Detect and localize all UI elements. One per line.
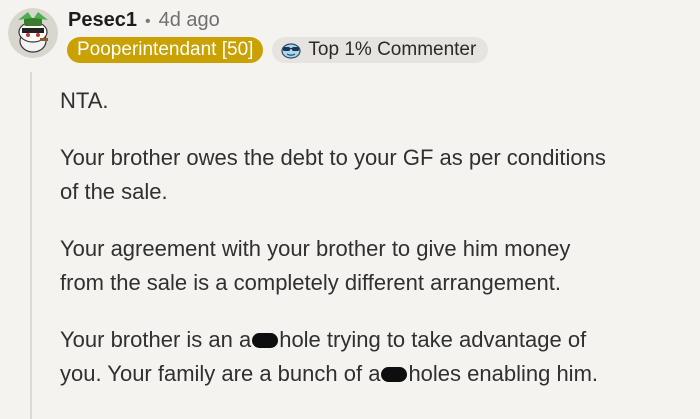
sunglasses-face-icon xyxy=(281,43,302,59)
paragraph-1: NTA. xyxy=(60,88,109,113)
user-flair: Pooperintendant [50] xyxy=(67,37,264,63)
username[interactable]: Pesec1 xyxy=(68,9,137,32)
paragraph-4: Your brother is an a hole trying to take … xyxy=(60,327,599,386)
redaction-mark xyxy=(252,332,279,348)
redaction-mark xyxy=(381,366,408,382)
top-commenter-badge[interactable]: Top 1% Commenter xyxy=(272,37,489,63)
timestamp[interactable]: 4d ago xyxy=(159,9,220,32)
comment-header: Pesec1 • 4d ago xyxy=(68,9,220,35)
flair-row: Pooperintendant [50] Top 1% Commenter xyxy=(67,36,489,64)
thread-line[interactable] xyxy=(30,72,32,419)
paragraph-2: Your brother owes the debt to your GF as… xyxy=(60,145,606,204)
separator-dot: • xyxy=(144,13,151,30)
paragraph-3: Your agreement with your brother to give… xyxy=(60,236,571,295)
avatar[interactable] xyxy=(8,8,58,58)
comment-body: NTA. Your brother owes the debt to your … xyxy=(60,84,695,414)
snoo-avatar-icon xyxy=(8,8,58,58)
badge-label: Top 1% Commenter xyxy=(308,39,477,60)
